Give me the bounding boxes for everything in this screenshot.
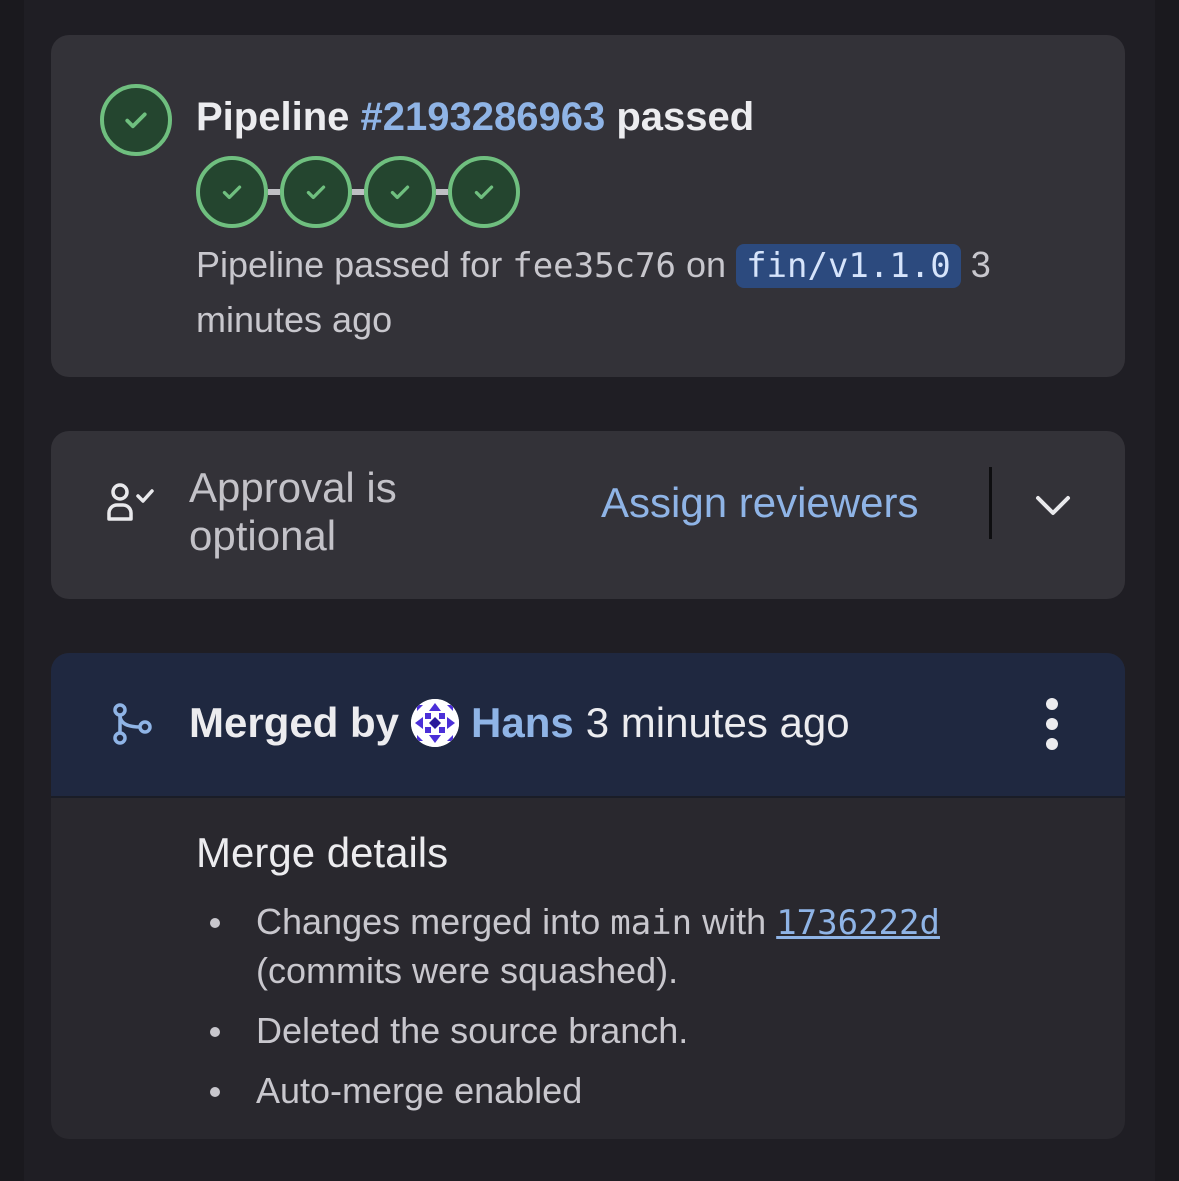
- pipeline-description: Pipeline passed for fee35c76 on fin/v1.1…: [196, 238, 1096, 347]
- merged-by-label: Merged by: [189, 699, 400, 746]
- detail-text: Deleted the source branch.: [256, 1010, 689, 1051]
- pipeline-id-link[interactable]: #2193286963: [361, 95, 606, 139]
- more-options-icon[interactable]: [1036, 697, 1068, 751]
- approval-user-check-icon: [107, 483, 154, 521]
- stage-passed-icon[interactable]: [448, 156, 520, 228]
- merge-details-list: Changes merged into main with 1736222d (…: [196, 898, 1076, 1115]
- detail-text: (commits were squashed).: [256, 950, 679, 991]
- stage-passed-icon[interactable]: [196, 156, 268, 228]
- merged-time: 3 minutes ago: [585, 699, 850, 746]
- list-item: Auto-merge enabled: [196, 1067, 1076, 1115]
- pipeline-status-passed-icon[interactable]: [100, 84, 172, 156]
- detail-text: with: [702, 901, 767, 942]
- merged-by-user-link[interactable]: Hans: [471, 699, 574, 747]
- pipeline-stages: [196, 156, 520, 228]
- merge-commit-link[interactable]: 1736222d: [776, 903, 940, 943]
- merge-details-title: Merge details: [196, 829, 449, 876]
- avatar[interactable]: [411, 699, 460, 747]
- pipeline-desc-on: on: [686, 244, 727, 285]
- target-branch: main: [610, 903, 693, 943]
- pipeline-title-prefix: Pipeline: [196, 95, 350, 139]
- approval-status-text: Approval is optional: [189, 464, 397, 559]
- detail-text: Auto-merge enabled: [256, 1070, 583, 1111]
- detail-text: Changes merged into: [256, 901, 601, 942]
- list-item: Changes merged into main with 1736222d (…: [196, 898, 1076, 995]
- stage-connector: [352, 189, 364, 195]
- approval-card: Approval is optional Assign reviewers: [51, 431, 1125, 599]
- chevron-down-icon[interactable]: [1033, 485, 1073, 525]
- merged-header: Merged by Hans 3 minutes ago: [51, 653, 1125, 798]
- stage-connector: [268, 189, 280, 195]
- merge-request-widget: Pipeline #2193286963 passed Pipeline pas…: [0, 0, 1179, 1181]
- branch-badge[interactable]: fin/v1.1.0: [736, 244, 961, 288]
- merged-card: Merged by Hans 3 minutes ago Merge detai…: [51, 653, 1125, 1139]
- list-item: Deleted the source branch.: [196, 1007, 1076, 1055]
- stage-passed-icon[interactable]: [280, 156, 352, 228]
- merge-icon: [113, 703, 152, 745]
- pipeline-desc-prefix: Pipeline passed for: [196, 244, 503, 285]
- commit-sha[interactable]: fee35c76: [512, 246, 676, 286]
- assign-reviewers-link[interactable]: Assign reviewers: [601, 479, 918, 527]
- pipeline-title-suffix: passed: [616, 95, 755, 139]
- pipeline-title: Pipeline #2193286963 passed: [196, 95, 754, 140]
- merged-by-line: Merged by Hans 3 minutes ago: [189, 697, 850, 749]
- pipeline-card: Pipeline #2193286963 passed Pipeline pas…: [51, 35, 1125, 377]
- stage-connector: [436, 189, 448, 195]
- stage-passed-icon[interactable]: [364, 156, 436, 228]
- vertical-divider: [989, 467, 992, 539]
